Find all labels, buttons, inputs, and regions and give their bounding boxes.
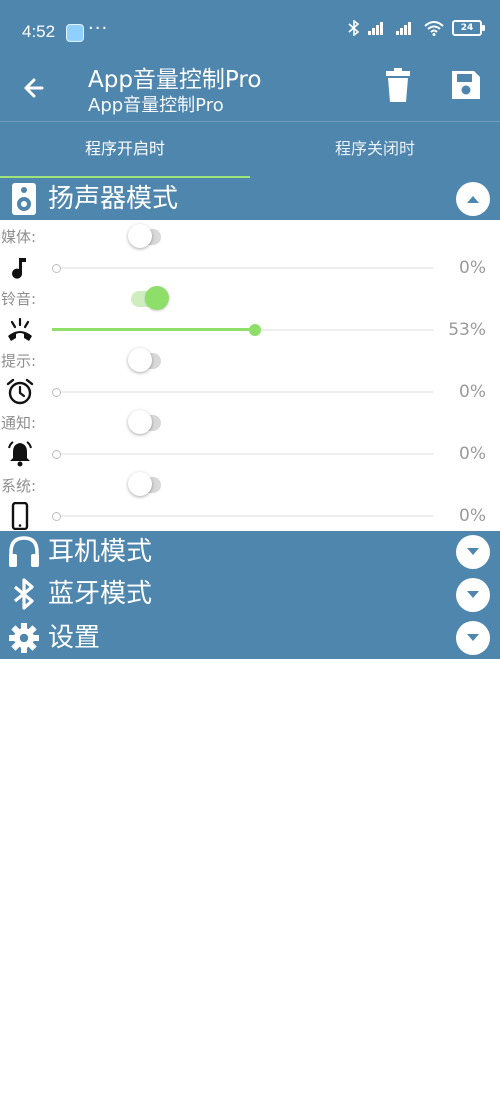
slider-knob[interactable] bbox=[249, 324, 261, 336]
page-title: App音量控制Pro bbox=[88, 67, 262, 93]
app-toolbar: App音量控制Pro App音量控制Pro bbox=[0, 60, 500, 121]
headphone-section-header[interactable]: 耳机模式 bbox=[0, 531, 500, 573]
ringtone-label: 铃音: bbox=[1, 290, 37, 308]
signal-2-icon bbox=[396, 21, 416, 35]
gear-icon bbox=[9, 623, 39, 653]
tab-app-closed[interactable]: 程序关闭时 bbox=[250, 122, 500, 179]
media-volume-slider[interactable] bbox=[52, 262, 433, 274]
bluetooth-section-title: 蓝牙模式 bbox=[48, 579, 153, 609]
settings-section-header[interactable]: 设置 bbox=[0, 617, 500, 659]
tab-app-open[interactable]: 程序开启时 bbox=[0, 122, 250, 179]
chevron-down-icon bbox=[467, 591, 479, 598]
media-toggle[interactable] bbox=[128, 224, 161, 248]
system-volume-percent: 0% bbox=[459, 506, 486, 526]
media-volume-percent: 0% bbox=[459, 258, 486, 278]
toggle-thumb bbox=[128, 472, 152, 496]
toggle-thumb bbox=[128, 348, 152, 372]
headphone-section-title: 耳机模式 bbox=[48, 537, 153, 567]
notification-app-icon bbox=[66, 24, 84, 42]
delete-icon[interactable] bbox=[383, 68, 413, 104]
page-subtitle: App音量控制Pro bbox=[88, 95, 224, 116]
expand-button[interactable] bbox=[456, 578, 490, 612]
expand-button[interactable] bbox=[456, 535, 490, 569]
status-time: 4:52 bbox=[22, 22, 56, 41]
system-toggle[interactable] bbox=[128, 472, 161, 496]
system-volume-slider[interactable] bbox=[52, 510, 433, 522]
music-note-icon bbox=[12, 258, 26, 279]
toggle-thumb bbox=[145, 286, 169, 310]
ringtone-volume-percent: 53% bbox=[448, 320, 486, 340]
notification-volume-percent: 0% bbox=[459, 444, 486, 464]
headphones-icon bbox=[9, 536, 39, 567]
status-icons: 24 bbox=[348, 20, 485, 36]
notification-label: 通知: bbox=[1, 414, 37, 432]
back-arrow-icon[interactable] bbox=[16, 70, 52, 106]
ringtone-volume-slider[interactable] bbox=[52, 324, 433, 336]
system-label: 系统: bbox=[1, 477, 37, 495]
settings-section-title: 设置 bbox=[48, 623, 101, 653]
prompt-volume-percent: 0% bbox=[459, 382, 486, 402]
toggle-thumb bbox=[128, 224, 152, 248]
signal-icon bbox=[368, 21, 388, 35]
prompt-volume-slider[interactable] bbox=[52, 386, 433, 398]
ringtone-toggle[interactable] bbox=[131, 286, 169, 310]
mode-tabs: 程序开启时 程序关闭时 bbox=[0, 121, 500, 179]
speaker-section-title: 扬声器模式 bbox=[48, 184, 179, 214]
speaker-section-header[interactable]: 扬声器模式 bbox=[0, 178, 500, 220]
notification-bell-icon bbox=[8, 441, 32, 467]
chevron-down-icon bbox=[467, 548, 479, 555]
more-notifications-icon: ··· bbox=[88, 18, 109, 39]
smartphone-icon bbox=[11, 502, 29, 530]
prompt-toggle[interactable] bbox=[128, 348, 161, 372]
chevron-down-icon bbox=[467, 634, 479, 641]
bluetooth-section-header[interactable]: 蓝牙模式 bbox=[0, 573, 500, 617]
phone-ring-icon bbox=[8, 317, 32, 341]
media-label: 媒体: bbox=[1, 228, 37, 246]
battery-icon: 24 bbox=[452, 20, 485, 36]
collapse-button[interactable] bbox=[456, 182, 490, 216]
alarm-clock-icon bbox=[6, 378, 34, 405]
expand-button[interactable] bbox=[456, 621, 490, 655]
wifi-icon bbox=[424, 20, 444, 36]
status-bar: 4:52 ··· 24 bbox=[0, 0, 500, 60]
toggle-thumb bbox=[128, 410, 152, 434]
notification-volume-slider[interactable] bbox=[52, 448, 433, 460]
save-icon[interactable] bbox=[450, 69, 482, 101]
notification-toggle[interactable] bbox=[128, 410, 161, 434]
speaker-icon bbox=[12, 183, 36, 215]
chevron-up-icon bbox=[467, 196, 479, 203]
bluetooth-icon bbox=[13, 578, 34, 610]
prompt-label: 提示: bbox=[1, 352, 37, 370]
bluetooth-status-icon bbox=[348, 20, 360, 36]
